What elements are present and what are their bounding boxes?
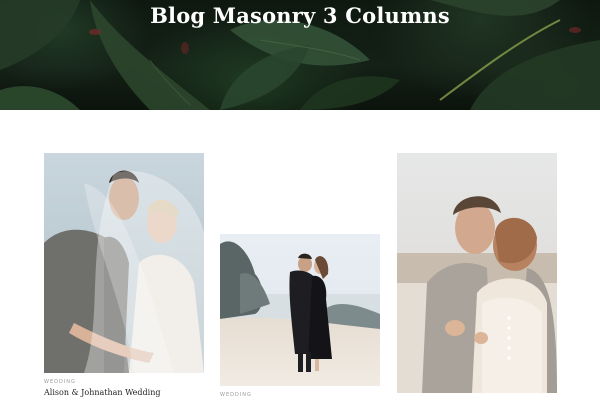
blog-post-card[interactable]: WEDDING Alison & Johnathan Wedding xyxy=(44,153,204,397)
post-thumbnail-link[interactable] xyxy=(220,234,380,386)
post-thumbnail-link[interactable] xyxy=(397,153,557,393)
couple-beach-embrace-photo xyxy=(220,234,380,386)
couple-lace-dress-photo xyxy=(397,153,557,393)
page-title: Blog Masonry 3 Columns xyxy=(150,3,450,28)
blog-post-card[interactable] xyxy=(397,153,557,393)
couple-veil-kiss-photo xyxy=(44,153,204,373)
hero-banner: Blog Masonry 3 Columns xyxy=(0,0,600,110)
post-category[interactable]: WEDDING xyxy=(220,392,380,398)
post-category[interactable]: WEDDING xyxy=(44,379,204,385)
blog-post-card[interactable]: WEDDING xyxy=(220,234,380,398)
post-thumbnail-link[interactable] xyxy=(44,153,204,373)
post-title[interactable]: Alison & Johnathan Wedding xyxy=(44,388,204,397)
